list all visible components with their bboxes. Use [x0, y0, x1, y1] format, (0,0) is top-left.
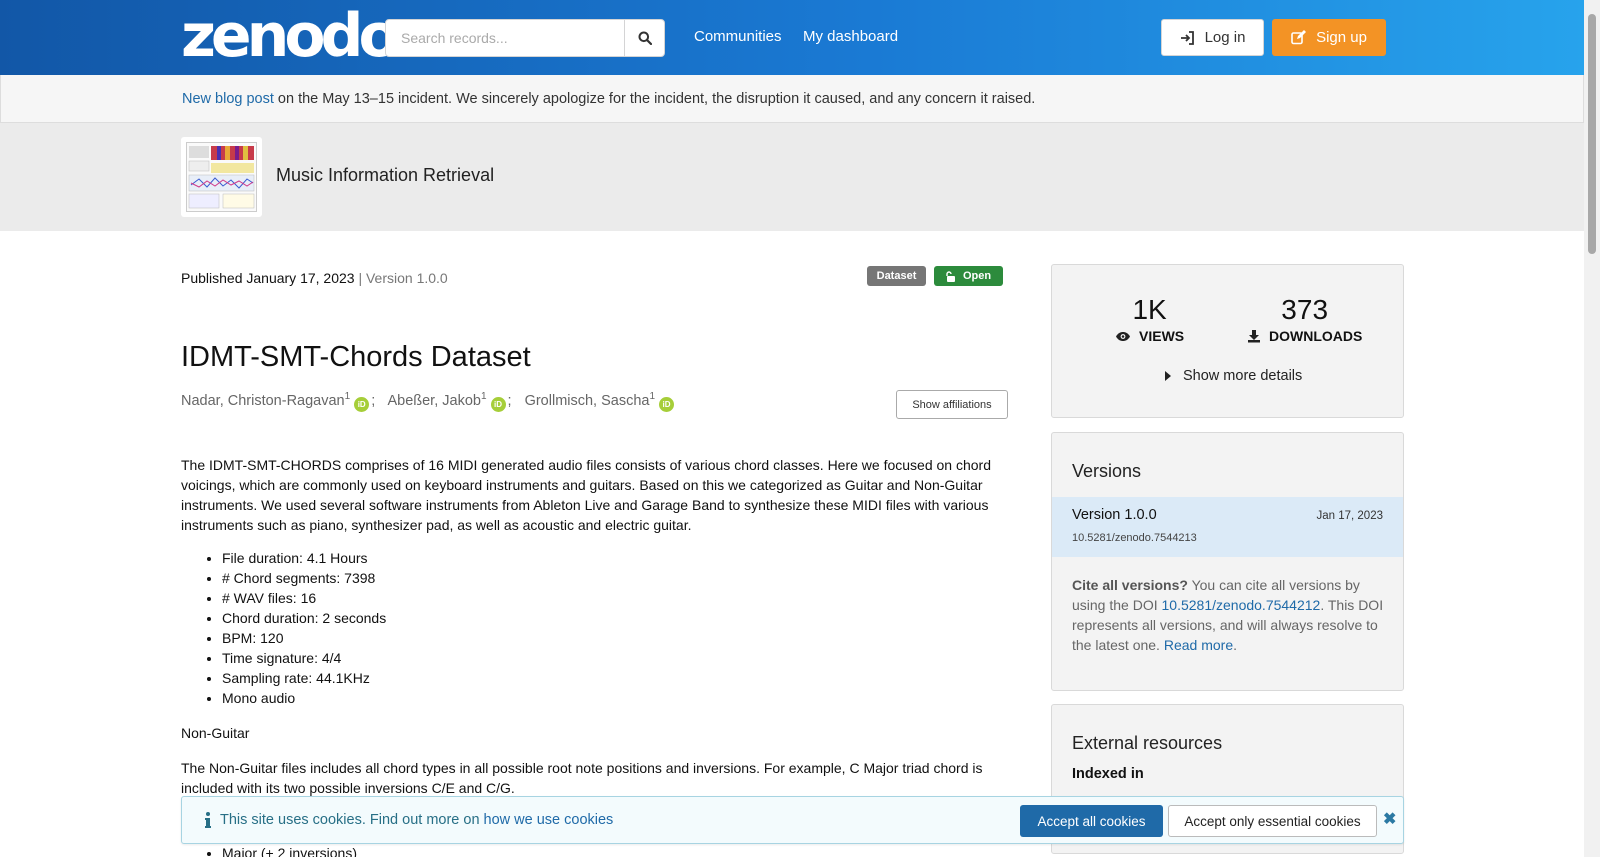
affiliation-number: 1	[480, 391, 487, 402]
nav-communities[interactable]: Communities	[694, 28, 782, 45]
list-item: # WAV files: 16	[222, 588, 386, 608]
version-date: Jan 17, 2023	[1316, 510, 1383, 522]
cite-all-versions: Cite all versions? You can cite all vers…	[1072, 575, 1387, 655]
resource-type-label: Dataset	[876, 270, 917, 282]
eye-icon	[1116, 331, 1130, 341]
downloads-stat: 373 DOWNLOADS	[1247, 295, 1362, 344]
affiliation-number: 1	[344, 391, 351, 402]
accept-essential-cookies-button[interactable]: Accept only essential cookies	[1168, 805, 1377, 837]
record-description: The IDMT-SMT-CHORDS comprises of 16 MIDI…	[181, 457, 991, 533]
version-doi: 10.5281/zenodo.7544213	[1072, 532, 1197, 544]
record-title: IDMT-SMT-Chords Dataset	[181, 341, 531, 373]
stats-panel: 1K VIEWS 373 DOWNLOADS Show more details	[1051, 264, 1404, 418]
blog-post-link[interactable]: New blog post	[182, 91, 274, 107]
announcement-bar: New blog post on the May 13–15 incident.…	[0, 75, 1584, 123]
publication-info: Published January 17, 2023 | Version 1.0…	[181, 270, 448, 286]
views-stat: 1K VIEWS	[1115, 295, 1184, 344]
show-more-details-label: Show more details	[1183, 368, 1303, 384]
community-header: Music Information Retrieval	[0, 123, 1584, 231]
search-input[interactable]	[385, 19, 625, 57]
section-list: Major (+ 2 inversions)	[222, 845, 357, 857]
author-separator: ;	[371, 392, 376, 409]
cookie-message-text: This site uses cookies. Find out more on	[220, 812, 484, 828]
list-item: Mono audio	[222, 688, 386, 708]
download-icon	[1248, 330, 1260, 343]
views-label-row: VIEWS	[1115, 328, 1184, 344]
close-icon[interactable]: ✖	[1383, 809, 1396, 829]
list-item: BPM: 120	[222, 628, 386, 648]
show-affiliations-button[interactable]: Show affiliations	[896, 390, 1008, 419]
downloads-count: 373	[1281, 294, 1329, 325]
external-resources-heading: External resources	[1072, 733, 1223, 753]
search-icon	[638, 31, 652, 45]
orcid-icon[interactable]: iD	[490, 396, 506, 412]
access-status-badge[interactable]: Open	[934, 266, 1003, 286]
version-text: | Version 1.0.0	[354, 270, 448, 286]
read-more-link[interactable]: Read more	[1164, 637, 1233, 653]
community-title[interactable]: Music Information Retrieval	[276, 165, 494, 186]
signup-button[interactable]: Sign up	[1272, 19, 1386, 56]
cite-period: .	[1233, 637, 1237, 653]
lock-open-icon	[946, 270, 955, 282]
list-item: Chord duration: 2 seconds	[222, 608, 386, 628]
views-count: 1K	[1132, 294, 1167, 325]
list-item: Major (+ 2 inversions)	[222, 845, 357, 857]
access-status-label: Open	[962, 270, 992, 282]
author-separator: ;	[507, 392, 512, 409]
published-date: Published January 17, 2023	[181, 270, 355, 286]
community-logo-image	[186, 142, 257, 212]
version-item[interactable]: Version 1.0.0 Jan 17, 2023 10.5281/zenod…	[1052, 497, 1403, 557]
facts-list: File duration: 4.1 Hours # Chord segment…	[222, 548, 386, 708]
cite-question: Cite all versions?	[1072, 577, 1188, 593]
top-header: zenodo Communities My dashboard Log in S…	[0, 0, 1584, 75]
author-list: Nadar, Christon-Ragavan1iD; Abeßer, Jako…	[181, 391, 675, 412]
resource-type-badge: Dataset	[867, 266, 926, 286]
section-text: The Non-Guitar files includes all chord …	[181, 760, 983, 796]
announcement-text: New blog post on the May 13–15 incident.…	[182, 91, 1035, 107]
list-item: File duration: 4.1 Hours	[222, 548, 386, 568]
show-more-details-toggle[interactable]: Show more details	[1165, 368, 1302, 384]
login-label: Log in	[1204, 29, 1246, 46]
page-scrollbar[interactable]	[1584, 0, 1600, 857]
signup-label: Sign up	[1316, 29, 1367, 46]
accept-all-cookies-button[interactable]: Accept all cookies	[1020, 805, 1163, 837]
downloads-label: DOWNLOADS	[1269, 328, 1363, 344]
nav-my-dashboard[interactable]: My dashboard	[803, 28, 898, 45]
author-name[interactable]: Grollmisch, Sascha	[525, 393, 650, 409]
edit-icon	[1291, 30, 1307, 45]
versions-panel: Versions Version 1.0.0 Jan 17, 2023 10.5…	[1051, 432, 1404, 691]
caret-right-icon	[1165, 371, 1171, 381]
list-item: # Chord segments: 7398	[222, 568, 386, 588]
downloads-label-row: DOWNLOADS	[1247, 328, 1362, 344]
indexed-in-heading: Indexed in	[1072, 766, 1144, 782]
affiliation-number: 1	[649, 391, 656, 402]
author-name[interactable]: Abeßer, Jakob	[387, 393, 481, 409]
list-item: Sampling rate: 44.1KHz	[222, 668, 386, 688]
announcement-message: on the May 13–15 incident. We sincerely …	[273, 91, 1036, 107]
cookie-banner: This site uses cookies. Find out more on…	[181, 796, 1404, 844]
cookie-policy-link[interactable]: how we use cookies	[484, 812, 614, 828]
info-icon	[204, 811, 212, 829]
login-button[interactable]: Log in	[1161, 19, 1264, 56]
scrollbar-thumb[interactable]	[1588, 14, 1596, 254]
versions-heading: Versions	[1072, 461, 1142, 481]
version-name: Version 1.0.0	[1072, 507, 1157, 523]
list-item: Time signature: 4/4	[222, 648, 386, 668]
zenodo-logo[interactable]: zenodo	[181, 6, 400, 66]
author-name[interactable]: Nadar, Christon-Ragavan	[181, 393, 345, 409]
orcid-icon[interactable]: iD	[659, 396, 675, 412]
views-label: VIEWS	[1139, 328, 1185, 344]
search-button[interactable]	[624, 19, 665, 57]
orcid-icon[interactable]: iD	[354, 396, 370, 412]
section-heading: Non-Guitar	[181, 725, 250, 741]
cookie-message: This site uses cookies. Find out more on…	[220, 812, 613, 828]
login-icon	[1180, 30, 1194, 45]
community-logo[interactable]	[181, 137, 262, 217]
concept-doi-link[interactable]: 10.5281/zenodo.7544212	[1162, 597, 1321, 613]
